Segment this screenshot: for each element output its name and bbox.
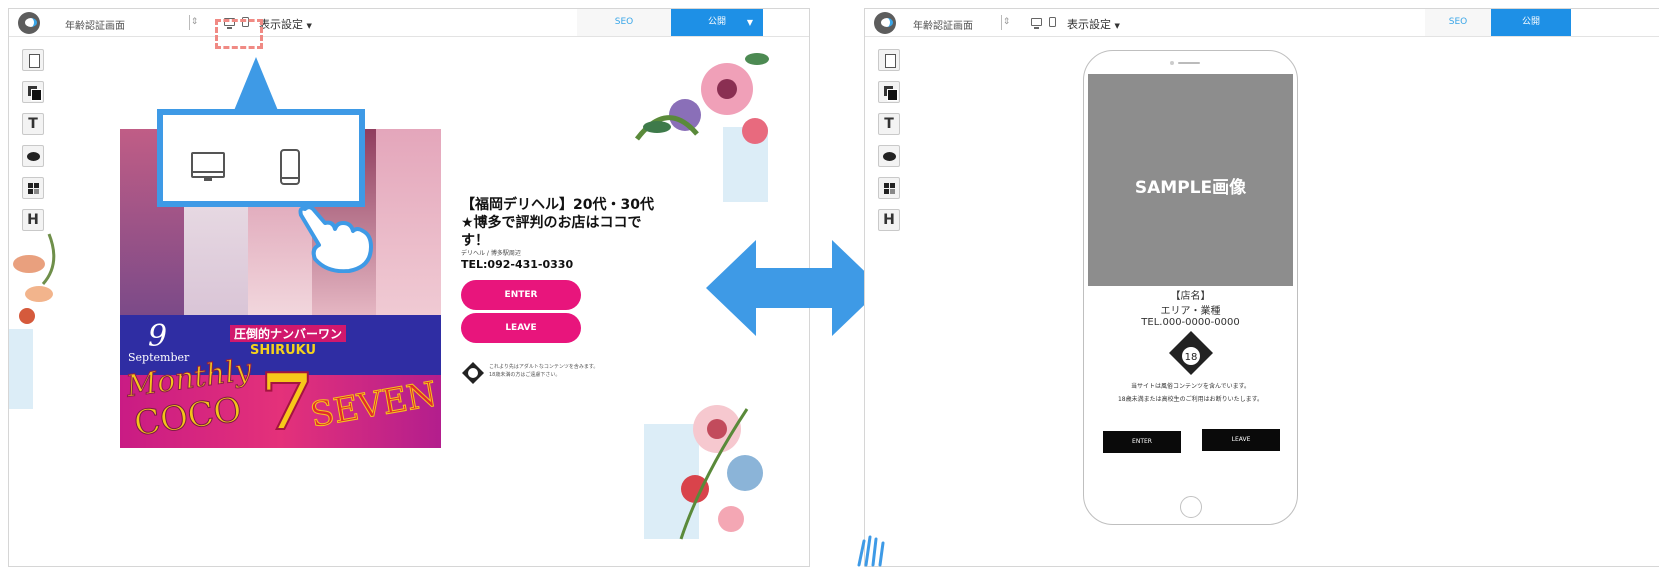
publish-label: 公開 [707, 17, 726, 27]
enter-button[interactable]: ENTER [461, 280, 581, 310]
phone-home-button [1180, 496, 1202, 518]
page-tool-icon[interactable] [22, 49, 44, 71]
app-logo-icon[interactable] [874, 12, 896, 34]
poster-seven-digit: 7 [259, 356, 315, 448]
grid-tool-icon[interactable] [22, 177, 44, 199]
age-badge-number: 18 [1185, 352, 1198, 363]
poster-ranking: 圧倒的ナンバーワン [230, 325, 347, 342]
highlight-device-toggle [215, 19, 263, 49]
age-notice: これより先はアダルトなコンテンツを含みます。 18歳未満の方はご遠慮下さい。 [489, 363, 659, 379]
updown-icon[interactable]: ⇕ [189, 15, 199, 30]
page-name: 年齢認証画面 [65, 21, 125, 32]
leave-button[interactable]: LEAVE [1202, 429, 1280, 451]
chevron-down-icon[interactable]: ▼ [747, 9, 753, 36]
updown-icon[interactable]: ⇕ [1001, 15, 1011, 30]
age-restriction-icon: 18 [1169, 331, 1213, 375]
sample-image-label: SAMPLE画像 [1134, 178, 1247, 198]
shape-tool-icon[interactable] [878, 145, 900, 167]
desktop-icon[interactable] [191, 152, 225, 178]
desktop-view-icon[interactable] [1031, 18, 1042, 29]
publish-button[interactable]: 公開 [1491, 9, 1571, 36]
callout-pointer [233, 57, 279, 113]
display-settings-label: 表示設定 [1067, 18, 1111, 31]
age-notice-line: 18歳未満または高校生のご利用はお断りいたします。 [1117, 396, 1264, 403]
page-tool-icon[interactable] [878, 49, 900, 71]
tool-palette: T H [878, 49, 900, 241]
mobile-icon[interactable] [280, 149, 300, 185]
shape-tool-icon[interactable] [22, 145, 44, 167]
age-notice-line: 当サイトは風俗コンテンツを含んでいます。 [1130, 383, 1251, 390]
page-name: 年齢認証画面 [913, 21, 973, 32]
leave-button[interactable]: LEAVE [461, 313, 581, 343]
tool-palette: T H [22, 49, 44, 241]
shop-tel[interactable]: TEL.000-0000-0000 [1084, 317, 1297, 328]
phone-speaker [1178, 62, 1200, 64]
editor-toolbar: 年齢認証画面 ⇕ 表示設定 ▼ SEO 公開 ▼ [9, 9, 809, 37]
poster-number: 9 [148, 319, 168, 354]
desktop-stand [204, 178, 212, 181]
display-settings-menu[interactable]: 表示設定 ▼ [1067, 16, 1120, 32]
editor-toolbar: 年齢認証画面 ⇕ 表示設定 ▼ SEO 公開 [865, 9, 1659, 37]
seo-button[interactable]: SEO [577, 9, 671, 36]
enter-button[interactable]: ENTER [1103, 431, 1181, 453]
app-logo-icon[interactable] [18, 12, 40, 34]
age-notice-line: これより先はアダルトなコンテンツを含みます。 [489, 364, 599, 370]
sample-image: SAMPLE画像 [1088, 74, 1293, 286]
seo-button[interactable]: SEO [1425, 9, 1491, 36]
publish-label: 公開 [1521, 17, 1540, 27]
shop-name: 【店名】 [1170, 291, 1211, 302]
mobile-view-icon[interactable] [1049, 17, 1056, 27]
display-settings-label: 表示設定 [259, 18, 303, 31]
landing-subtitle: デリヘル / 博多駅周辺 [461, 250, 521, 257]
display-settings-menu[interactable]: 表示設定 ▼ [259, 16, 312, 32]
landing-title: 【福岡デリヘル】20代・30代★博多で評判のお店はココです！ [461, 197, 654, 249]
mobile-preview-frame: SAMPLE画像 【店名】 エリア・業種 TEL.000-0000-0000 1… [1083, 50, 1298, 525]
flower-decoration-icon [679, 405, 763, 540]
poster-shop-tag: SHIRUKU [250, 343, 317, 358]
sparkle-icon [857, 535, 885, 567]
flower-decoration-icon [635, 53, 769, 144]
chevron-down-icon: ▼ [1114, 22, 1120, 30]
chevron-down-icon: ▼ [306, 22, 312, 30]
flower-decoration-icon [13, 233, 56, 324]
text-tool-icon[interactable]: T [878, 113, 900, 135]
shop-area: エリア・業種 [1160, 306, 1221, 317]
decor-box [9, 329, 33, 409]
age-notice-line: 18歳未満の方はご遠慮下さい。 [489, 372, 561, 378]
comparison-stage: 年齢認証画面 ⇕ 表示設定 ▼ SEO 公開 ▼ T H 9 September… [0, 0, 1659, 567]
editor-desktop-view: 年齢認証画面 ⇕ 表示設定 ▼ SEO 公開 ▼ T H 9 September… [8, 8, 810, 567]
text-tool-icon[interactable]: T [22, 113, 44, 135]
copy-tool-icon[interactable] [22, 81, 44, 103]
hand-pointer-icon [298, 205, 373, 273]
landing-tel[interactable]: TEL:092-431-0330 [461, 258, 573, 271]
publish-button[interactable]: 公開 ▼ [671, 9, 763, 36]
double-arrow-icon [706, 240, 882, 336]
phone-camera [1170, 61, 1174, 65]
grid-tool-icon[interactable] [878, 177, 900, 199]
heading-tool-icon[interactable]: H [878, 209, 900, 231]
copy-tool-icon[interactable] [878, 81, 900, 103]
age-restriction-icon [462, 362, 484, 384]
device-toggle-callout [157, 109, 365, 207]
poster-panel [376, 129, 441, 319]
